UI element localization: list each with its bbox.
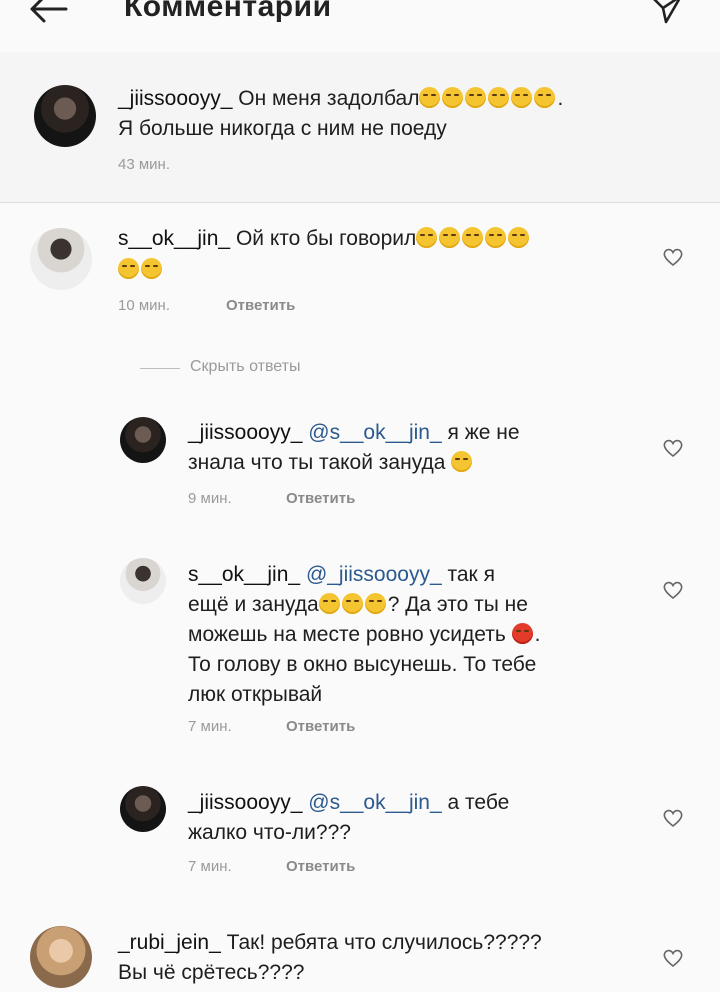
unamused-face-emoji (508, 227, 530, 248)
avatar[interactable] (30, 926, 92, 988)
unamused-face-emoji (416, 227, 438, 248)
mention-link[interactable]: @s__ok__jin_ (308, 421, 441, 444)
avatar[interactable] (120, 417, 166, 463)
reply-text: я же не (447, 421, 520, 444)
username[interactable]: _jiissoooyy_ (188, 791, 302, 814)
reply-text-suffix: . (534, 623, 541, 646)
reply-text-suffix: ? Да это ты не (387, 593, 528, 616)
frowning-face-emoji (341, 593, 363, 614)
tired-face-emoji (465, 87, 487, 108)
reply-button[interactable]: Ответить (286, 490, 355, 507)
avatar[interactable] (34, 85, 96, 147)
caption-line-2: Я больше никогда с ним не поеду (118, 117, 447, 140)
reply-button[interactable]: Ответить (286, 718, 355, 735)
comment-line-1: s__ok__jin_ Ой кто бы говорил (118, 224, 638, 254)
comment-text: Так! ребята что случилось????? (226, 931, 542, 954)
hide-replies-line (140, 368, 180, 369)
heart-outline-icon[interactable] (662, 948, 684, 968)
tired-face-emoji (488, 87, 510, 108)
angry-face-emoji (511, 623, 533, 644)
unamused-face-emoji (451, 451, 473, 472)
tired-face-emoji (419, 87, 441, 108)
unamused-face-emoji (462, 227, 484, 248)
timestamp: 10 мин. (118, 297, 170, 314)
comment-line-2: Вы чё срётесь???? (118, 961, 305, 984)
reply-line-2: жалко что-ли??? (188, 821, 351, 844)
unamused-face-emoji (118, 258, 139, 279)
caption-text: Он меня задолбал (238, 87, 420, 110)
page-title: Комментарии (124, 0, 332, 23)
username[interactable]: _jiissoooyy_ (188, 421, 302, 444)
comment-line-1: _rubi_jein_ Так! ребята что случилось???… (118, 928, 638, 958)
reply-button[interactable]: Ответить (226, 297, 295, 314)
timestamp: 43 мин. (118, 156, 170, 173)
reply-line-1: _jiissoooyy_ @s__ok__jin_ я же не (188, 418, 648, 448)
reply-button[interactable]: Ответить (286, 858, 355, 875)
hide-replies-button[interactable]: Скрыть ответы (190, 358, 300, 376)
comment-text: Ой кто бы говорил (235, 227, 417, 250)
reply-text: можешь на месте ровно усидеть (188, 623, 506, 646)
tired-face-emoji (442, 87, 464, 108)
timestamp: 7 мин. (188, 718, 232, 735)
caption-line-1: _jiissoooyy_ Он меня задолбал. (118, 84, 678, 114)
username[interactable]: s__ok__jin_ (188, 563, 300, 586)
unamused-face-emoji (439, 227, 461, 248)
frowning-face-emoji (364, 593, 386, 614)
comment-line-2 (118, 255, 164, 285)
arrow-left-icon[interactable] (26, 0, 72, 26)
mention-link[interactable]: @s__ok__jin_ (308, 791, 441, 814)
heart-outline-icon[interactable] (662, 580, 684, 600)
reply-text: так я (447, 563, 495, 586)
mention-link[interactable]: @_jiissoooyy_ (306, 563, 442, 586)
heart-outline-icon[interactable] (662, 438, 684, 458)
heart-outline-icon[interactable] (662, 247, 684, 267)
reply-line-3: можешь на месте ровно усидеть . (188, 620, 540, 650)
reply-text: ещё и зануда (188, 593, 319, 616)
reply-line-2: знала что ты такой зануда (188, 448, 474, 478)
avatar[interactable] (30, 228, 92, 290)
unamused-face-emoji (141, 258, 162, 279)
caption-suffix: . (557, 87, 564, 110)
reply-text: а тебе (447, 791, 510, 814)
tired-face-emoji (511, 87, 533, 108)
timestamp: 9 мин. (188, 490, 232, 507)
username[interactable]: _jiissoooyy_ (118, 87, 232, 110)
reply-line-4: То голову в окно высунешь. То тебе (188, 653, 537, 676)
divider (0, 202, 720, 203)
avatar[interactable] (120, 786, 166, 832)
reply-line-5: люк открывай (188, 683, 323, 706)
timestamp: 7 мин. (188, 858, 232, 875)
unamused-face-emoji (485, 227, 507, 248)
reply-line-1: _jiissoooyy_ @s__ok__jin_ а тебе (188, 788, 648, 818)
heart-outline-icon[interactable] (662, 808, 684, 828)
avatar[interactable] (120, 558, 166, 604)
top-bar: Комментарии (0, 0, 720, 34)
reply-line-2: ещё и зануда ? Да это ты не (188, 590, 528, 620)
reply-text: знала что ты такой зануда (188, 451, 446, 474)
username[interactable]: _rubi_jein_ (118, 931, 221, 954)
reply-line-1: s__ok__jin_ @_jiissoooyy_ так я (188, 560, 648, 590)
paper-plane-icon[interactable] (648, 0, 684, 24)
frowning-face-emoji (318, 593, 340, 614)
username[interactable]: s__ok__jin_ (118, 227, 230, 250)
expressionless-face-emoji (534, 87, 556, 108)
